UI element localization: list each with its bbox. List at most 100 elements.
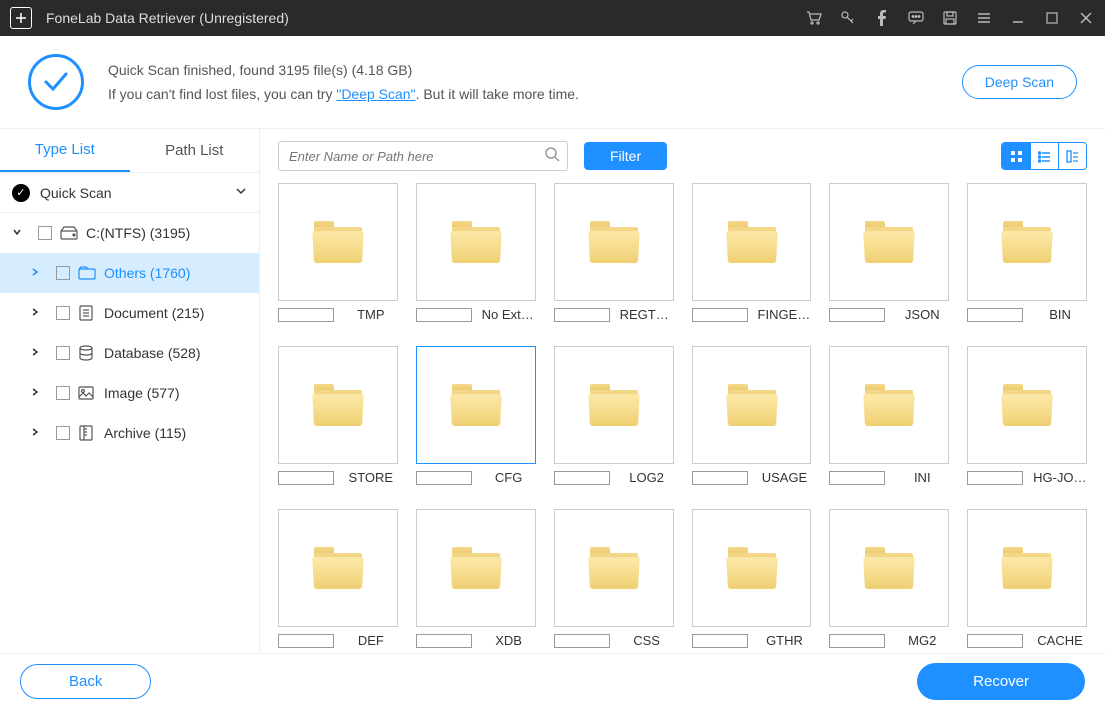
folder-thumbnail[interactable] [692, 346, 812, 464]
folder-label-row: REGTRANS-MS [554, 307, 674, 322]
checkbox[interactable] [278, 308, 334, 322]
tree: ✓ Quick Scan C:(NTFS) (3195) Others (176… [0, 173, 259, 453]
checkbox[interactable] [56, 266, 70, 280]
folder-item: JSON [829, 183, 949, 322]
view-list-button[interactable] [1030, 143, 1058, 169]
checkbox[interactable] [554, 634, 610, 648]
close-icon[interactable] [1077, 9, 1095, 27]
checkbox[interactable] [56, 306, 70, 320]
folder-thumbnail[interactable] [554, 183, 674, 301]
feedback-icon[interactable] [907, 9, 925, 27]
folder-thumbnail[interactable] [829, 183, 949, 301]
folder-thumbnail[interactable] [829, 509, 949, 627]
folder-thumbnail[interactable] [967, 183, 1087, 301]
tree-item[interactable]: Image (577) [0, 373, 259, 413]
folder-icon [728, 384, 776, 426]
checkbox[interactable] [278, 471, 334, 485]
folder-name: GTHR [758, 633, 812, 648]
folder-name: CSS [620, 633, 674, 648]
folder-name: CACHE [1033, 633, 1087, 648]
folder-thumbnail[interactable] [967, 346, 1087, 464]
search-input[interactable] [278, 141, 568, 171]
key-icon[interactable] [839, 9, 857, 27]
folder-thumbnail[interactable] [416, 509, 536, 627]
deep-scan-button[interactable]: Deep Scan [962, 65, 1077, 99]
view-grid-button[interactable] [1002, 143, 1030, 169]
checkbox[interactable] [56, 386, 70, 400]
folder-thumbnail[interactable] [278, 346, 398, 464]
checkbox[interactable] [692, 634, 748, 648]
folder-thumbnail[interactable] [554, 346, 674, 464]
checkbox[interactable] [56, 346, 70, 360]
folder-icon [865, 221, 913, 263]
folder-name: JSON [895, 307, 949, 322]
checkbox[interactable] [38, 226, 52, 240]
status-line2: If you can't find lost files, you can tr… [108, 86, 962, 102]
chevron-right-icon [30, 346, 48, 360]
folder-label-row: XDB [416, 633, 536, 648]
sidebar-tabs: Type List Path List [0, 129, 259, 173]
folder-thumbnail[interactable] [829, 346, 949, 464]
checkbox[interactable] [967, 634, 1023, 648]
folder-thumbnail[interactable] [278, 183, 398, 301]
chevron-right-icon [30, 266, 48, 280]
folder-thumbnail[interactable] [967, 509, 1087, 627]
checkbox[interactable] [554, 471, 610, 485]
folder-thumbnail[interactable] [554, 509, 674, 627]
tree-quick-scan[interactable]: ✓ Quick Scan [0, 173, 259, 213]
folder-thumbnail[interactable] [416, 346, 536, 464]
checkbox[interactable] [829, 471, 885, 485]
folder-thumbnail[interactable] [278, 509, 398, 627]
drive-icon [60, 226, 80, 240]
checkbox[interactable] [692, 471, 748, 485]
checkbox[interactable] [829, 634, 885, 648]
folder-label-row: INI [829, 470, 949, 485]
folder-icon [452, 221, 500, 263]
checkbox[interactable] [967, 308, 1023, 322]
folder-label-row: TMP [278, 307, 398, 322]
tree-item[interactable]: Document (215) [0, 293, 259, 333]
folder-icon [452, 384, 500, 426]
save-icon[interactable] [941, 9, 959, 27]
search-icon[interactable] [545, 147, 560, 166]
cart-icon[interactable] [805, 9, 823, 27]
checkbox[interactable] [829, 308, 885, 322]
tree-item[interactable]: Others (1760) [0, 253, 259, 293]
status-area: Quick Scan finished, found 3195 file(s) … [0, 36, 1105, 129]
deep-scan-link[interactable]: "Deep Scan" [336, 86, 415, 102]
checkbox[interactable] [416, 471, 472, 485]
maximize-icon[interactable] [1043, 9, 1061, 27]
folder-thumbnail[interactable] [416, 183, 536, 301]
category-icon [78, 345, 98, 361]
view-detail-button[interactable] [1058, 143, 1086, 169]
tree-drive[interactable]: C:(NTFS) (3195) [0, 213, 259, 253]
facebook-icon[interactable] [873, 9, 891, 27]
folder-label-row: GTHR [692, 633, 812, 648]
folder-label-row: HG-JOURNAL [967, 470, 1087, 485]
tab-type-list[interactable]: Type List [0, 129, 130, 172]
tree-item[interactable]: Archive (115) [0, 413, 259, 453]
checkbox[interactable] [967, 471, 1023, 485]
menu-icon[interactable] [975, 9, 993, 27]
category-icon [78, 305, 98, 321]
tab-path-list[interactable]: Path List [130, 129, 260, 172]
filter-button[interactable]: Filter [584, 142, 667, 170]
folder-thumbnail[interactable] [692, 509, 812, 627]
checkbox[interactable] [56, 426, 70, 440]
checkbox[interactable] [416, 634, 472, 648]
checkbox[interactable] [278, 634, 334, 648]
back-button[interactable]: Back [20, 664, 151, 699]
folder-label-row: USAGE [692, 470, 812, 485]
folder-name: INI [895, 470, 949, 485]
tree-item-label: Image (577) [104, 385, 247, 401]
checkbox[interactable] [554, 308, 610, 322]
tree-item[interactable]: Database (528) [0, 333, 259, 373]
status-line1: Quick Scan finished, found 3195 file(s) … [108, 62, 962, 78]
minimize-icon[interactable] [1009, 9, 1027, 27]
checkbox[interactable] [692, 308, 748, 322]
folder-thumbnail[interactable] [692, 183, 812, 301]
folder-name: TMP [344, 307, 398, 322]
recover-button[interactable]: Recover [917, 663, 1085, 700]
checkbox[interactable] [416, 308, 472, 322]
folder-grid: TMPNo ExtensionREGTRANS-MSFINGERPRINTJSO… [260, 183, 1105, 648]
